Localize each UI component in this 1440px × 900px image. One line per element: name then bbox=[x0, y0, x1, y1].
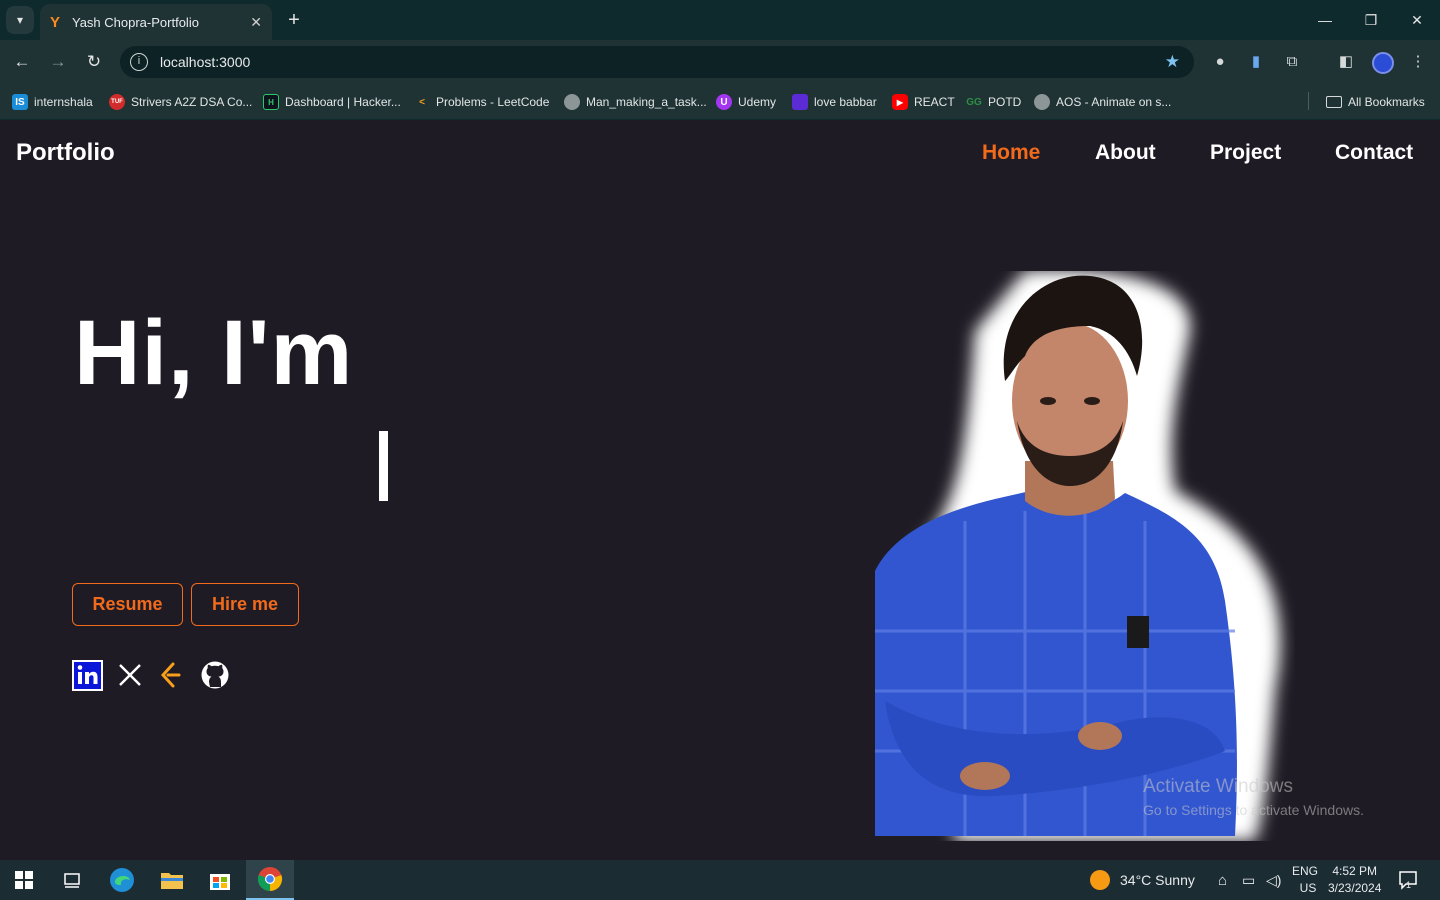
folder-icon bbox=[1326, 96, 1342, 108]
bookmark-item[interactable]: U Udemy bbox=[716, 92, 776, 112]
browser-menu-icon[interactable]: ⋮ bbox=[1408, 52, 1428, 72]
tab-close-icon[interactable]: ✕ bbox=[250, 14, 262, 31]
bookmark-label: Dashboard | Hacker... bbox=[285, 95, 401, 109]
network-icon[interactable]: ▭ bbox=[1242, 860, 1255, 900]
meet-now-icon[interactable]: ⌂ bbox=[1218, 860, 1227, 900]
bookmark-item[interactable]: IS internshala bbox=[12, 92, 93, 112]
all-bookmarks-label: All Bookmarks bbox=[1348, 95, 1425, 109]
extensions-puzzle-icon[interactable]: ⧉ bbox=[1282, 52, 1302, 72]
browser-tab[interactable]: Y Yash Chopra-Portfolio ✕ bbox=[40, 4, 272, 40]
back-button[interactable]: ← bbox=[10, 50, 34, 74]
bookmarks-divider bbox=[1308, 92, 1309, 110]
udemy-icon: U bbox=[716, 94, 732, 110]
bookmark-star-icon[interactable]: ★ bbox=[1165, 52, 1180, 72]
bookmark-label: Strivers A2Z DSA Co... bbox=[131, 95, 253, 109]
bookmark-label: Man_making_a_task... bbox=[586, 95, 707, 109]
geeksforgeeks-icon: GG bbox=[966, 96, 982, 108]
hire-me-button[interactable]: Hire me bbox=[191, 583, 299, 626]
all-bookmarks-button[interactable]: All Bookmarks bbox=[1326, 92, 1425, 112]
region-code: US bbox=[1299, 881, 1317, 895]
minimize-button[interactable]: — bbox=[1302, 0, 1348, 40]
clock-time: 4:52 PM bbox=[1332, 864, 1378, 878]
bookmark-item[interactable]: ▶ REACT bbox=[892, 92, 955, 112]
clock[interactable]: 4:52 PM 3/23/2024 bbox=[1328, 860, 1381, 900]
github-icon[interactable] bbox=[199, 659, 231, 691]
activate-title: Activate Windows bbox=[1143, 776, 1293, 797]
typewriter-cursor bbox=[379, 431, 388, 501]
leetcode-favicon-icon: < bbox=[419, 96, 425, 108]
globe-icon bbox=[1034, 94, 1050, 110]
weather-text: 34°C Sunny bbox=[1120, 872, 1195, 888]
clock-date: 3/23/2024 bbox=[1328, 881, 1382, 895]
profile-photo bbox=[875, 271, 1281, 841]
notification-center-icon[interactable]: 1 bbox=[1398, 860, 1418, 900]
weather-widget[interactable]: 34°C Sunny bbox=[1090, 860, 1195, 900]
side-panel-icon[interactable]: ◧ bbox=[1336, 52, 1356, 72]
forward-button[interactable]: → bbox=[46, 50, 70, 74]
site-info-icon[interactable]: i bbox=[130, 53, 148, 71]
sun-icon bbox=[1090, 870, 1110, 890]
site-logo[interactable]: Portfolio bbox=[16, 139, 115, 167]
bookmark-item[interactable]: GG POTD bbox=[966, 92, 1021, 112]
new-tab-button[interactable]: + bbox=[282, 8, 306, 32]
bookmark-label: POTD bbox=[988, 95, 1022, 109]
takeuforward-icon: TUF bbox=[109, 94, 125, 110]
globe-icon bbox=[564, 94, 580, 110]
file-explorer-icon[interactable] bbox=[148, 860, 196, 900]
internshala-icon: IS bbox=[12, 94, 28, 110]
bookmark-item[interactable]: H Dashboard | Hacker... bbox=[263, 92, 401, 112]
windows-activation-watermark: Activate Windows Go to Settings to activ… bbox=[1143, 776, 1364, 818]
reload-button[interactable]: ↻ bbox=[82, 50, 106, 74]
browser-tab-bar: ▾ Y Yash Chopra-Portfolio ✕ + — ❐ ✕ bbox=[0, 0, 1440, 40]
profile-avatar[interactable] bbox=[1372, 52, 1394, 74]
chrome-taskbar-icon[interactable] bbox=[246, 860, 294, 900]
tab-title: Yash Chopra-Portfolio bbox=[72, 14, 199, 30]
edge-icon[interactable] bbox=[98, 860, 146, 900]
portfolio-page: Portfolio Home About Project Contact Hi,… bbox=[0, 121, 1440, 860]
bookmark-item[interactable]: < Problems - LeetCode bbox=[414, 92, 549, 112]
language-indicator[interactable]: ENG US bbox=[1292, 860, 1318, 900]
tab-favicon-icon: Y bbox=[50, 13, 61, 31]
language-code: ENG bbox=[1292, 864, 1319, 878]
bookmark-label: REACT bbox=[914, 95, 955, 109]
store-icon[interactable] bbox=[196, 860, 244, 900]
nav-home[interactable]: Home bbox=[982, 141, 1040, 165]
bookmark-item[interactable]: AOS - Animate on s... bbox=[1034, 92, 1171, 112]
url-text: localhost:3000 bbox=[160, 54, 251, 70]
window-close-button[interactable]: ✕ bbox=[1394, 0, 1440, 40]
task-view-icon[interactable] bbox=[48, 860, 96, 900]
bookmark-label: love babbar bbox=[814, 95, 877, 109]
lovebabbar-icon bbox=[792, 94, 808, 110]
volume-icon[interactable]: ◁) bbox=[1266, 860, 1281, 900]
nav-about[interactable]: About bbox=[1095, 141, 1156, 165]
extension-mouse-icon[interactable]: ● bbox=[1210, 52, 1230, 72]
bookmark-item[interactable]: TUF Strivers A2Z DSA Co... bbox=[109, 92, 252, 112]
bookmark-label: AOS - Animate on s... bbox=[1056, 95, 1172, 109]
bookmark-label: Problems - LeetCode bbox=[436, 95, 550, 109]
hackerrank-icon: H bbox=[263, 94, 279, 110]
bookmark-label: internshala bbox=[34, 95, 93, 109]
nav-contact[interactable]: Contact bbox=[1335, 141, 1413, 165]
restore-button[interactable]: ❐ bbox=[1348, 0, 1394, 40]
address-bar[interactable]: i localhost:3000 ★ bbox=[120, 46, 1194, 78]
hero-greeting: Hi, I'm bbox=[74, 302, 354, 404]
resume-button[interactable]: Resume bbox=[72, 583, 183, 626]
windows-taskbar: 34°C Sunny ⌂ ▭ ◁) ENG US 4:52 PM 3/23/20… bbox=[0, 860, 1440, 900]
bookmark-item[interactable]: Man_making_a_task... bbox=[564, 92, 707, 112]
extension-docs-icon[interactable]: ▮ bbox=[1246, 52, 1266, 72]
activate-subtitle: Go to Settings to activate Windows. bbox=[1143, 802, 1364, 818]
bookmark-item[interactable]: love babbar bbox=[792, 92, 877, 112]
browser-toolbar: ← → ↻ i localhost:3000 ★ ● ▮ ⧉ ◧ ⋮ bbox=[0, 40, 1440, 84]
bookmarks-bar: IS internshala TUF Strivers A2Z DSA Co..… bbox=[0, 84, 1440, 120]
notification-count: 1 bbox=[1406, 880, 1412, 890]
youtube-icon: ▶ bbox=[892, 94, 908, 110]
linkedin-icon[interactable] bbox=[71, 659, 103, 691]
leetcode-icon[interactable] bbox=[155, 659, 187, 691]
x-twitter-icon[interactable] bbox=[114, 659, 146, 691]
nav-project[interactable]: Project bbox=[1210, 141, 1281, 165]
start-button[interactable] bbox=[0, 860, 48, 900]
tab-search-button[interactable]: ▾ bbox=[6, 6, 34, 34]
bookmark-label: Udemy bbox=[738, 95, 777, 109]
